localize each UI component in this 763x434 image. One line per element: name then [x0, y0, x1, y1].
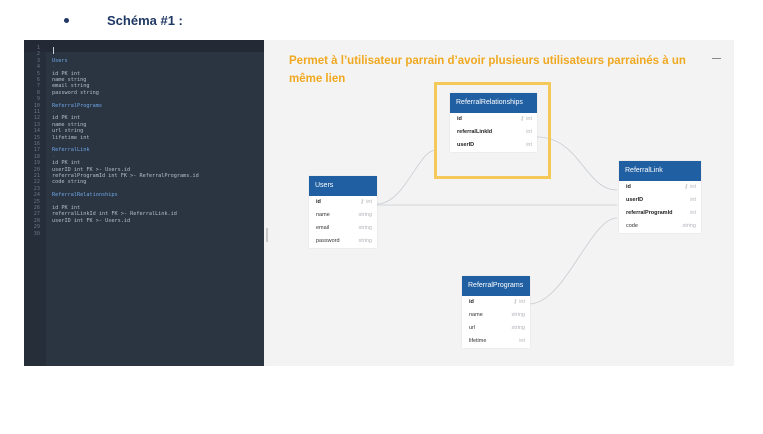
key-icon: ⚷: [513, 299, 518, 305]
column-type: string: [511, 325, 525, 331]
section-heading: Schéma #1 :: [64, 10, 183, 30]
column-name: userID: [457, 142, 475, 148]
column-name: referralLinkId: [457, 129, 493, 135]
column-type: int: [526, 142, 532, 148]
column-name: referralProgramId: [626, 210, 673, 216]
column-lifetime: lifetime int: [462, 335, 530, 348]
column-url: url string: [462, 322, 530, 335]
key-icon: ⚷: [684, 184, 689, 190]
table-title[interactable]: ReferralLink: [619, 161, 701, 181]
column-code: code string: [619, 220, 701, 233]
table-title[interactable]: ReferralPrograms: [462, 276, 530, 296]
column-type: int: [519, 338, 525, 344]
table-referral-link[interactable]: ReferralLink id ⚷ int userID int referral…: [619, 161, 701, 233]
column-type: string: [358, 238, 372, 244]
column-password: password string: [309, 235, 377, 248]
splitter-handle-icon[interactable]: [266, 228, 268, 242]
column-id: id ⚷ int: [450, 113, 537, 126]
key-icon: ⚷: [360, 199, 365, 205]
column-referralprogramid: referralProgramId int: [619, 207, 701, 220]
column-name: name: [469, 312, 483, 318]
line-number: 30: [33, 230, 40, 237]
column-type: int: [690, 197, 696, 203]
column-name: password: [316, 238, 340, 244]
minimize-icon[interactable]: [712, 58, 721, 59]
column-type: int: [690, 210, 696, 216]
bullet-icon: [64, 17, 69, 23]
column-type: int: [366, 199, 372, 205]
column-userid: userID int: [619, 194, 701, 207]
column-type: int: [526, 116, 532, 122]
heading-text: Schéma #1 :: [107, 12, 183, 28]
column-name: id: [457, 116, 462, 122]
table-referral-relationships[interactable]: ReferralRelationships id ⚷ int referralLi…: [450, 93, 537, 152]
table-title[interactable]: ReferralRelationships: [450, 93, 537, 113]
table-referral-programs[interactable]: ReferralPrograms id ⚷ int name string url…: [462, 276, 530, 348]
column-type: int: [519, 299, 525, 305]
column-name: email: [316, 225, 330, 231]
column-id: id ⚷ int: [462, 296, 530, 309]
code-editor[interactable]: 1 2-3 Users 4-5 id PK int 6 name string 7 email …: [24, 40, 264, 366]
column-referrallinkid: referralLinkId int: [450, 126, 537, 139]
column-id: id ⚷ int: [619, 181, 701, 194]
column-type: int: [690, 184, 696, 190]
column-email: email string: [309, 222, 377, 235]
column-type: string: [511, 312, 525, 318]
column-name: userID: [626, 197, 644, 203]
editor-line: 30: [24, 231, 264, 237]
key-icon: ⚷: [520, 116, 525, 122]
column-userid: userID int: [450, 139, 537, 152]
column-name: id: [316, 199, 321, 205]
table-users[interactable]: Users id ⚷ int name string email string p…: [309, 176, 377, 248]
column-name: name: [316, 212, 330, 218]
column-name: id: [469, 299, 474, 305]
column-name-row: name string: [309, 209, 377, 222]
column-type: string: [358, 225, 372, 231]
column-name: url: [469, 325, 476, 331]
column-type: string: [358, 212, 372, 218]
column-id: id ⚷ int: [309, 196, 377, 209]
column-name: code: [626, 223, 638, 229]
table-title[interactable]: Users: [309, 176, 377, 196]
column-name: lifetime: [469, 338, 487, 344]
column-name-row: name string: [462, 309, 530, 322]
column-name: id: [626, 184, 631, 190]
column-type: int: [526, 129, 532, 135]
text-cursor: [53, 47, 54, 54]
column-type: string: [682, 223, 696, 229]
